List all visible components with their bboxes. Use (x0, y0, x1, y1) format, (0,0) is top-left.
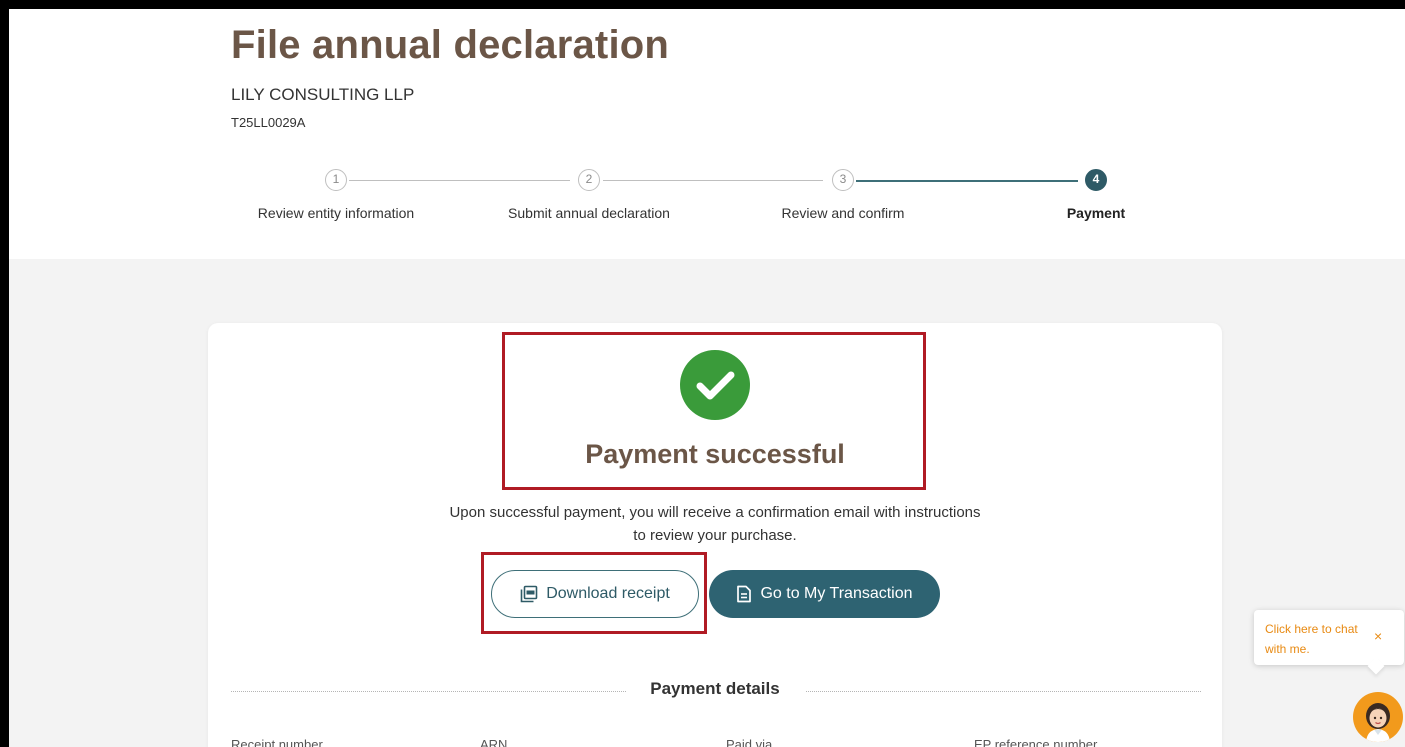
step-3-label: Review and confirm (781, 205, 905, 221)
details-divider-right (806, 691, 1201, 692)
step-4-label: Payment (1066, 205, 1126, 221)
receipt-number-label: Receipt number (231, 737, 323, 747)
step-2-indicator: 2 (578, 169, 600, 191)
download-receipt-label: Download receipt (546, 585, 670, 602)
entity-uen: T25LL0029A (231, 115, 306, 130)
download-receipt-button[interactable]: Download receipt (491, 570, 699, 618)
confirmation-message: Upon successful payment, you will receiv… (449, 504, 981, 544)
assistant-avatar-icon (1366, 703, 1390, 742)
page-title: File annual declaration (231, 23, 670, 67)
check-circle-icon (680, 350, 750, 420)
app-frame: File annual declaration LILY CONSULTING … (0, 0, 1405, 747)
paid-via-label: Paid via (726, 737, 773, 747)
pdf-file-icon (520, 585, 538, 603)
chat-prompt-text[interactable]: Click here to chat with me. (1265, 619, 1365, 659)
page-header: File annual declaration LILY CONSULTING … (9, 9, 1405, 259)
step-1-indicator: 1 (325, 169, 347, 191)
chat-assistant-avatar[interactable] (1353, 692, 1403, 742)
go-to-my-transaction-label: Go to My Transaction (760, 585, 913, 602)
step-3-indicator: 3 (832, 169, 854, 191)
step-connector-2-3 (603, 180, 823, 181)
chat-close-icon[interactable]: × (1374, 628, 1382, 644)
step-connector-1-2 (349, 180, 570, 181)
ep-reference-number-label: EP reference number (974, 737, 1098, 747)
details-divider-left (231, 691, 626, 692)
payment-details-title: Payment details (650, 679, 780, 698)
entity-name: LILY CONSULTING LLP (231, 85, 415, 104)
go-to-my-transaction-button[interactable]: Go to My Transaction (709, 570, 940, 618)
step-2-label: Submit annual declaration (508, 205, 670, 221)
document-icon (737, 585, 752, 603)
step-connector-3-4 (856, 180, 1078, 182)
payment-status-title: Payment successful (585, 439, 845, 469)
step-4-indicator: 4 (1085, 169, 1107, 191)
arn-label: ARN (480, 737, 508, 747)
chat-prompt-bubble[interactable]: Click here to chat with me. × (1254, 610, 1404, 665)
step-1-label: Review entity information (257, 205, 415, 221)
